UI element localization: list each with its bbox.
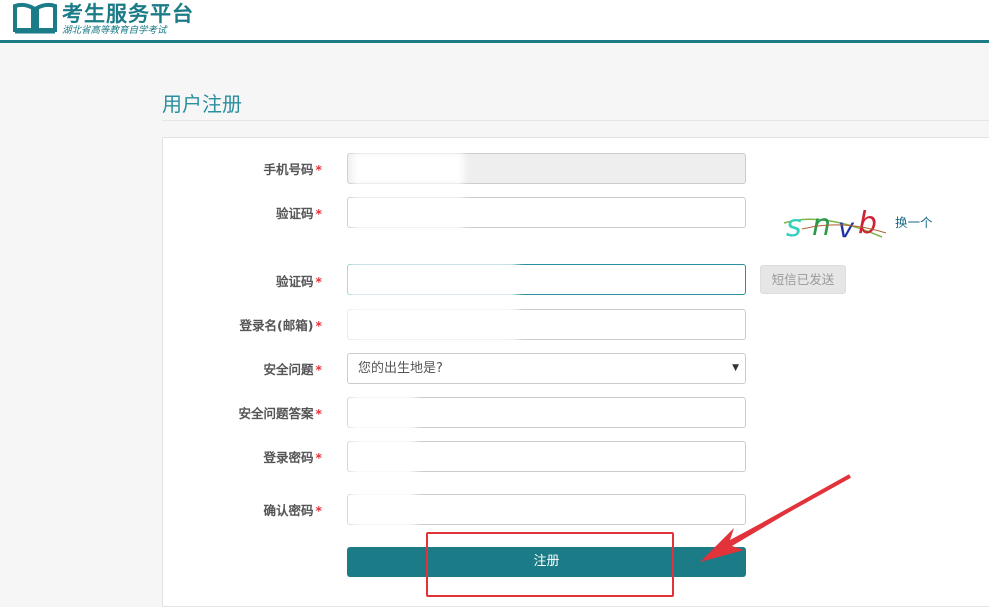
security-question-value: 您的出生地是? [358,361,443,376]
redaction-blur [352,152,464,185]
annotation-arrow-icon [700,474,851,562]
login-name-label: 登录名(邮箱) * [239,318,322,333]
captcha-label: 验证码 * [275,206,322,221]
redaction-blur [346,262,518,298]
captcha-char-b: b [858,206,877,241]
captcha-refresh-link[interactable]: 换一个 [895,212,933,231]
open-book-icon [13,2,57,34]
redaction-blur [350,394,416,432]
page-title: 用户注册 [162,92,242,116]
captcha-char-v: v [838,213,855,243]
redaction-blur [350,438,416,476]
security-answer-label: 安全问题答案 * [238,406,322,421]
dropdown-arrow-icon: ▼ [732,363,739,373]
confirm-password-label: 确认密码 * [263,503,322,518]
site-subtitle: 湖北省高等教育自学考试 [62,25,167,36]
title-divider [162,120,989,121]
sms-code-label: 验证码 * [275,274,322,289]
redaction-blur [350,490,416,528]
password-label: 登录密码 * [263,450,322,465]
send-sms-button[interactable]: 短信已发送 [760,265,846,294]
security-question-select[interactable]: 您的出生地是? ▼ [347,353,746,384]
site-header: 考生服务平台 湖北省高等教育自学考试 [0,0,989,43]
annotation-highlight-box [426,532,674,597]
security-question-label: 安全问题 * [263,362,322,377]
redaction-blur [346,306,518,342]
redaction-blur [352,196,464,230]
phone-label: 手机号码 * [263,162,322,177]
captcha-char-s: s [786,209,802,243]
captcha-image[interactable]: s n v b [782,203,888,243]
